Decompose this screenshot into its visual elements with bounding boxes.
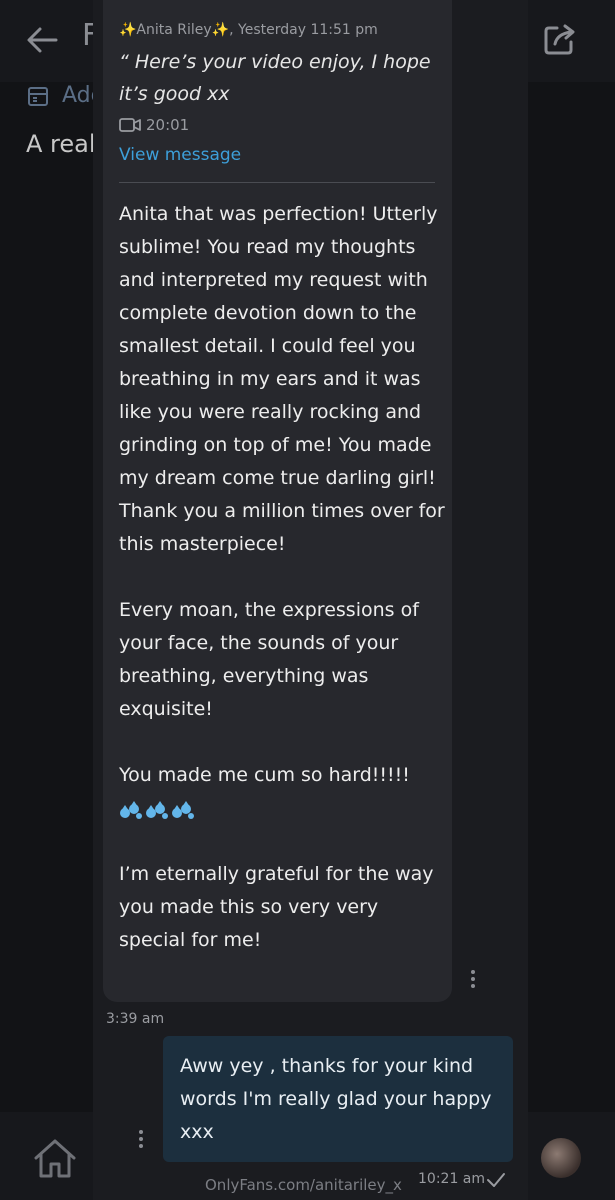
outgoing-message-text: Aww yey , thanks for your kind words I'm…	[180, 1055, 492, 1143]
avatar[interactable]	[541, 1138, 581, 1178]
more-options-icon[interactable]	[134, 1128, 148, 1150]
watermark: OnlyFans.com/anitariley_x	[205, 1176, 402, 1194]
message-paragraph: Every moan, the expressions of your face…	[119, 599, 419, 720]
calendar-icon	[28, 87, 48, 106]
message-text: You made me cum so hard!!!!!	[119, 764, 410, 786]
video-duration: 20:01	[146, 116, 190, 134]
divider	[119, 182, 435, 183]
video-icon	[119, 118, 141, 132]
droplets-icon	[146, 800, 168, 819]
sweat-droplets-emoji	[119, 792, 449, 825]
droplets-icon	[120, 800, 142, 819]
home-icon[interactable]	[32, 1136, 78, 1180]
share-icon[interactable]	[541, 20, 579, 58]
more-options-icon[interactable]	[466, 968, 480, 990]
checkmark-icon	[487, 1173, 505, 1187]
back-arrow-icon[interactable]	[24, 22, 60, 58]
outgoing-message-time: 10:21 am	[418, 1171, 486, 1187]
profile-subtitle: A real	[26, 130, 96, 158]
message-paragraph: I’m eternally grateful for the way you m…	[119, 863, 434, 951]
message-paragraph: You made me cum so hard!!!!!	[119, 759, 449, 825]
reply-header: ✨Anita Riley✨, Yesterday 11:51 pm	[119, 22, 378, 38]
view-message-link[interactable]: View message	[119, 145, 241, 165]
message-time: 3:39 am	[106, 1011, 165, 1027]
video-attachment: 20:01	[119, 114, 189, 136]
reply-quote: “ Here’s your video enjoy, I hope it’s g…	[119, 51, 431, 105]
message-paragraph: Anita that was perfection! Utterly subli…	[119, 203, 445, 555]
droplets-icon	[172, 800, 194, 819]
message-body: Anita that was perfection! Utterly subli…	[119, 198, 449, 957]
